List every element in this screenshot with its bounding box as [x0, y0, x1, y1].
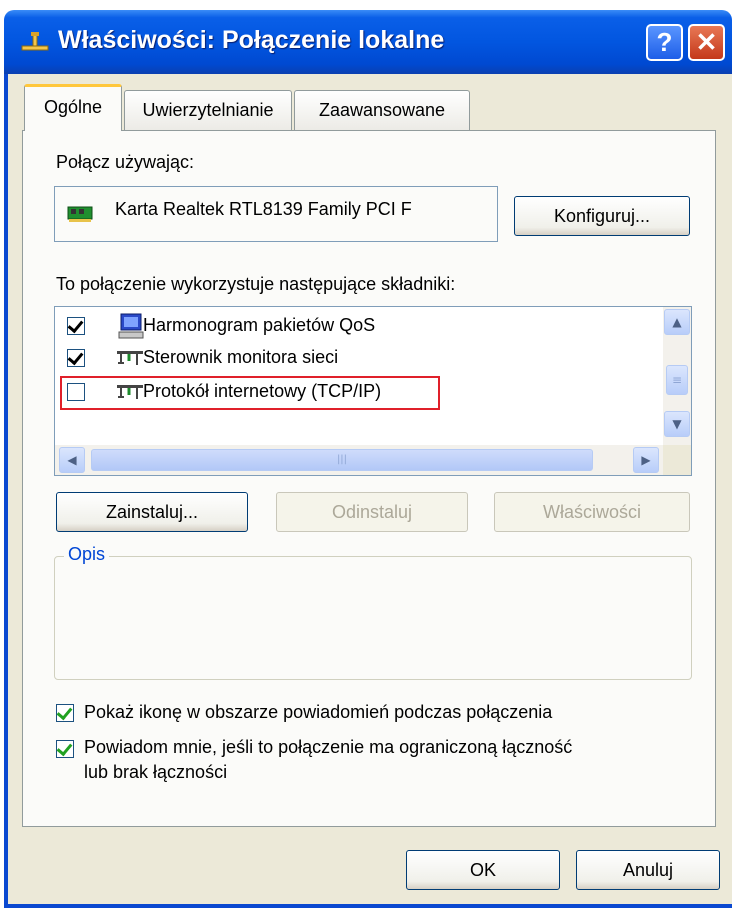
- chevron-up-icon: ▲: [672, 315, 682, 329]
- notify-checkbox[interactable]: [56, 739, 74, 758]
- tab-authentication[interactable]: Uwierzytelnianie: [124, 90, 292, 130]
- network-card-icon: [67, 206, 93, 222]
- chevron-down-icon: ▼: [672, 417, 682, 431]
- properties-button[interactable]: Właściwości: [494, 492, 690, 532]
- list-item[interactable]: Sterownik monitora sieci: [65, 343, 655, 373]
- vertical-scrollbar[interactable]: ▲ ≡ ▼: [663, 307, 691, 445]
- notify-label-line1: Powiadom mnie, jeśli to połączenie ma og…: [84, 737, 573, 757]
- tab-advanced-label: Zaawansowane: [318, 100, 446, 120]
- adapter-field: Karta Realtek RTL8139 Family PCI F: [54, 186, 498, 242]
- uninstall-button[interactable]: Odinstaluj: [276, 492, 468, 532]
- tab-general-label: Ogólne: [43, 97, 103, 117]
- install-button-label: Zainstaluj...: [105, 502, 199, 522]
- scroll-left-button[interactable]: ◀: [59, 447, 85, 473]
- configure-button-label: Konfiguruj...: [553, 206, 651, 226]
- tab-authentication-label: Uwierzytelnianie: [142, 100, 274, 120]
- horizontal-scroll-thumb[interactable]: |||: [91, 449, 593, 471]
- show-icon-label: Pokaż ikonę w obszarze powiadomień podcz…: [84, 702, 553, 722]
- scroll-corner: [663, 445, 691, 475]
- component-checkbox[interactable]: [67, 316, 85, 335]
- cancel-button-label: Anuluj: [622, 860, 674, 880]
- connect-using-label: Połącz używając:: [56, 152, 195, 172]
- uninstall-button-label: Odinstaluj: [331, 502, 413, 522]
- tab-general[interactable]: Ogólne: [24, 84, 122, 131]
- description-label: Opis: [64, 544, 110, 565]
- scroll-thumb[interactable]: ≡: [666, 365, 688, 395]
- components-label: To połączenie wykorzystuje następujące s…: [56, 274, 456, 294]
- chevron-left-icon: ◀: [67, 453, 77, 467]
- component-label: Sterownik monitora sieci: [143, 347, 339, 367]
- properties-dialog: Właściwości: Połączenie lokalne ? ✕ Ogól…: [0, 0, 732, 908]
- title-bar[interactable]: Właściwości: Połączenie lokalne ? ✕: [4, 10, 732, 74]
- cancel-button[interactable]: Anuluj: [576, 850, 720, 890]
- properties-button-label: Właściwości: [542, 502, 641, 522]
- tab-advanced[interactable]: Zaawansowane: [294, 90, 470, 130]
- show-icon-checkbox[interactable]: [56, 703, 74, 722]
- grip-icon: |||: [336, 454, 348, 465]
- configure-button[interactable]: Konfiguruj...: [514, 196, 690, 236]
- adapter-name: Karta Realtek RTL8139 Family PCI F: [115, 199, 412, 219]
- qos-scheduler-icon: [118, 313, 144, 339]
- close-button[interactable]: ✕: [688, 24, 725, 61]
- list-item[interactable]: Harmonogram pakietów QoS: [65, 311, 655, 341]
- notify-label-line2: lub brak łączności: [84, 762, 228, 782]
- ok-button[interactable]: OK: [406, 850, 560, 890]
- description-group: [54, 556, 692, 680]
- highlight-box: [60, 376, 440, 410]
- component-label: Harmonogram pakietów QoS: [143, 315, 376, 335]
- help-button[interactable]: ?: [646, 24, 683, 61]
- scroll-right-button[interactable]: ▶: [633, 447, 659, 473]
- window-title: Właściwości: Połączenie lokalne: [58, 26, 445, 54]
- close-icon: ✕: [695, 27, 718, 57]
- component-checkbox[interactable]: [67, 348, 85, 367]
- grip-icon: ≡: [671, 373, 683, 387]
- scroll-down-button[interactable]: ▼: [664, 411, 690, 437]
- scroll-up-button[interactable]: ▲: [664, 309, 690, 335]
- network-connection-icon: [21, 32, 49, 51]
- ok-button-label: OK: [469, 860, 496, 880]
- protocol-icon: [117, 351, 143, 365]
- horizontal-scrollbar[interactable]: ◀ ||| ▶: [55, 445, 663, 475]
- chevron-right-icon: ▶: [641, 453, 651, 467]
- install-button[interactable]: Zainstaluj...: [56, 492, 248, 532]
- help-icon: ?: [656, 27, 673, 57]
